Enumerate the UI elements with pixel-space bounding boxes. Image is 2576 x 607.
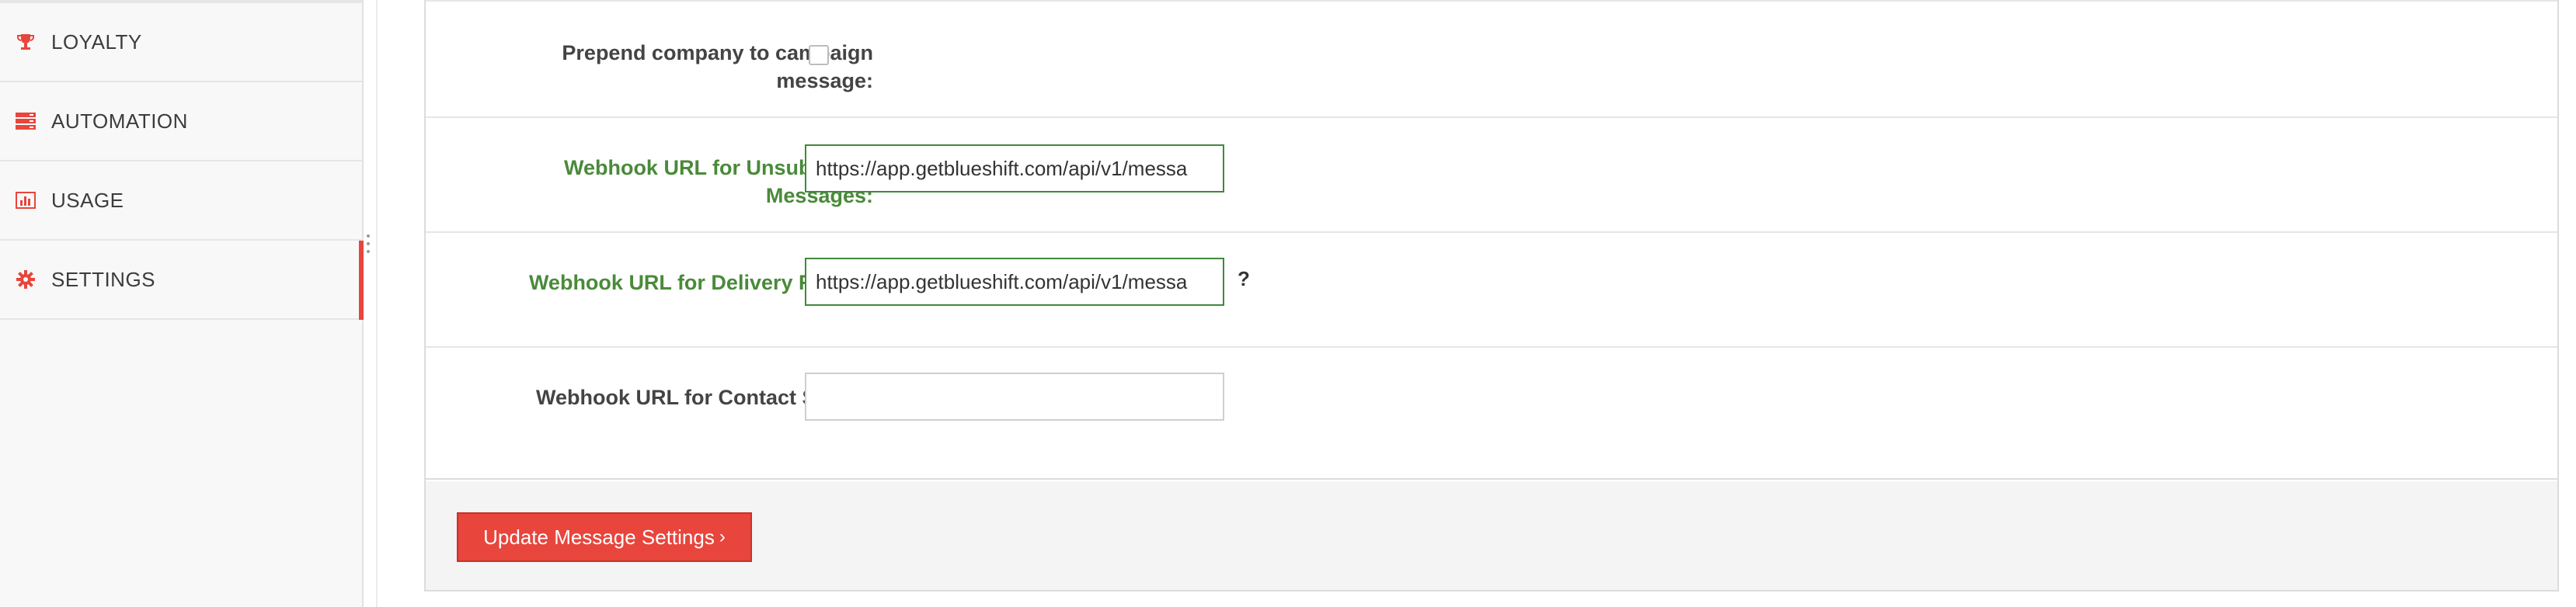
app-window: LOYALTY AUTOMATION USAGE SETTINGS Prepen… xyxy=(0,0,2576,607)
webhook-unsubscribe-input[interactable] xyxy=(805,144,1224,193)
sidebar-item-label: SETTINGS xyxy=(51,267,156,291)
active-indicator xyxy=(359,241,364,320)
update-message-settings-button[interactable]: Update Message Settings › xyxy=(457,512,752,562)
prepend-company-checkbox[interactable] xyxy=(809,45,829,65)
sidebar-resize-handle[interactable] xyxy=(367,234,371,256)
gutter-divider xyxy=(376,0,378,607)
form-row-prepend-company: Prepend company to campaign message: xyxy=(426,2,2557,118)
sidebar-item-label: LOYALTY xyxy=(51,29,142,54)
update-button-label: Update Message Settings xyxy=(483,525,715,549)
gear-icon xyxy=(16,269,36,290)
sidebar-item-usage[interactable]: USAGE xyxy=(0,161,362,241)
webhook-contact-input[interactable] xyxy=(805,373,1224,421)
sidebar-item-label: USAGE xyxy=(51,188,124,212)
message-settings-panel: Prepend company to campaign message: Web… xyxy=(424,0,2559,591)
sidebar-item-label: AUTOMATION xyxy=(51,109,188,133)
form-footer: Update Message Settings › xyxy=(426,481,2557,590)
form-row-webhook-contact: Webhook URL for Contact Status: xyxy=(426,348,2557,480)
sidebar-item-settings[interactable]: SETTINGS xyxy=(0,241,364,320)
form-row-webhook-delivery: Webhook URL for Delivery Report: ? xyxy=(426,233,2557,348)
bar-chart-icon xyxy=(16,190,36,210)
webhook-delivery-input[interactable] xyxy=(805,258,1224,306)
sidebar-item-loyalty[interactable]: LOYALTY xyxy=(0,3,362,82)
form-row-webhook-unsubscribe: Webhook URL for Unsubscribe Messages: xyxy=(426,118,2557,233)
server-icon xyxy=(16,111,36,131)
chevron-right-icon: › xyxy=(719,526,726,547)
sidebar-item-automation[interactable]: AUTOMATION xyxy=(0,82,362,161)
help-icon[interactable]: ? xyxy=(1238,267,1250,291)
sidebar: LOYALTY AUTOMATION USAGE SETTINGS xyxy=(0,0,364,607)
trophy-icon xyxy=(16,32,36,52)
